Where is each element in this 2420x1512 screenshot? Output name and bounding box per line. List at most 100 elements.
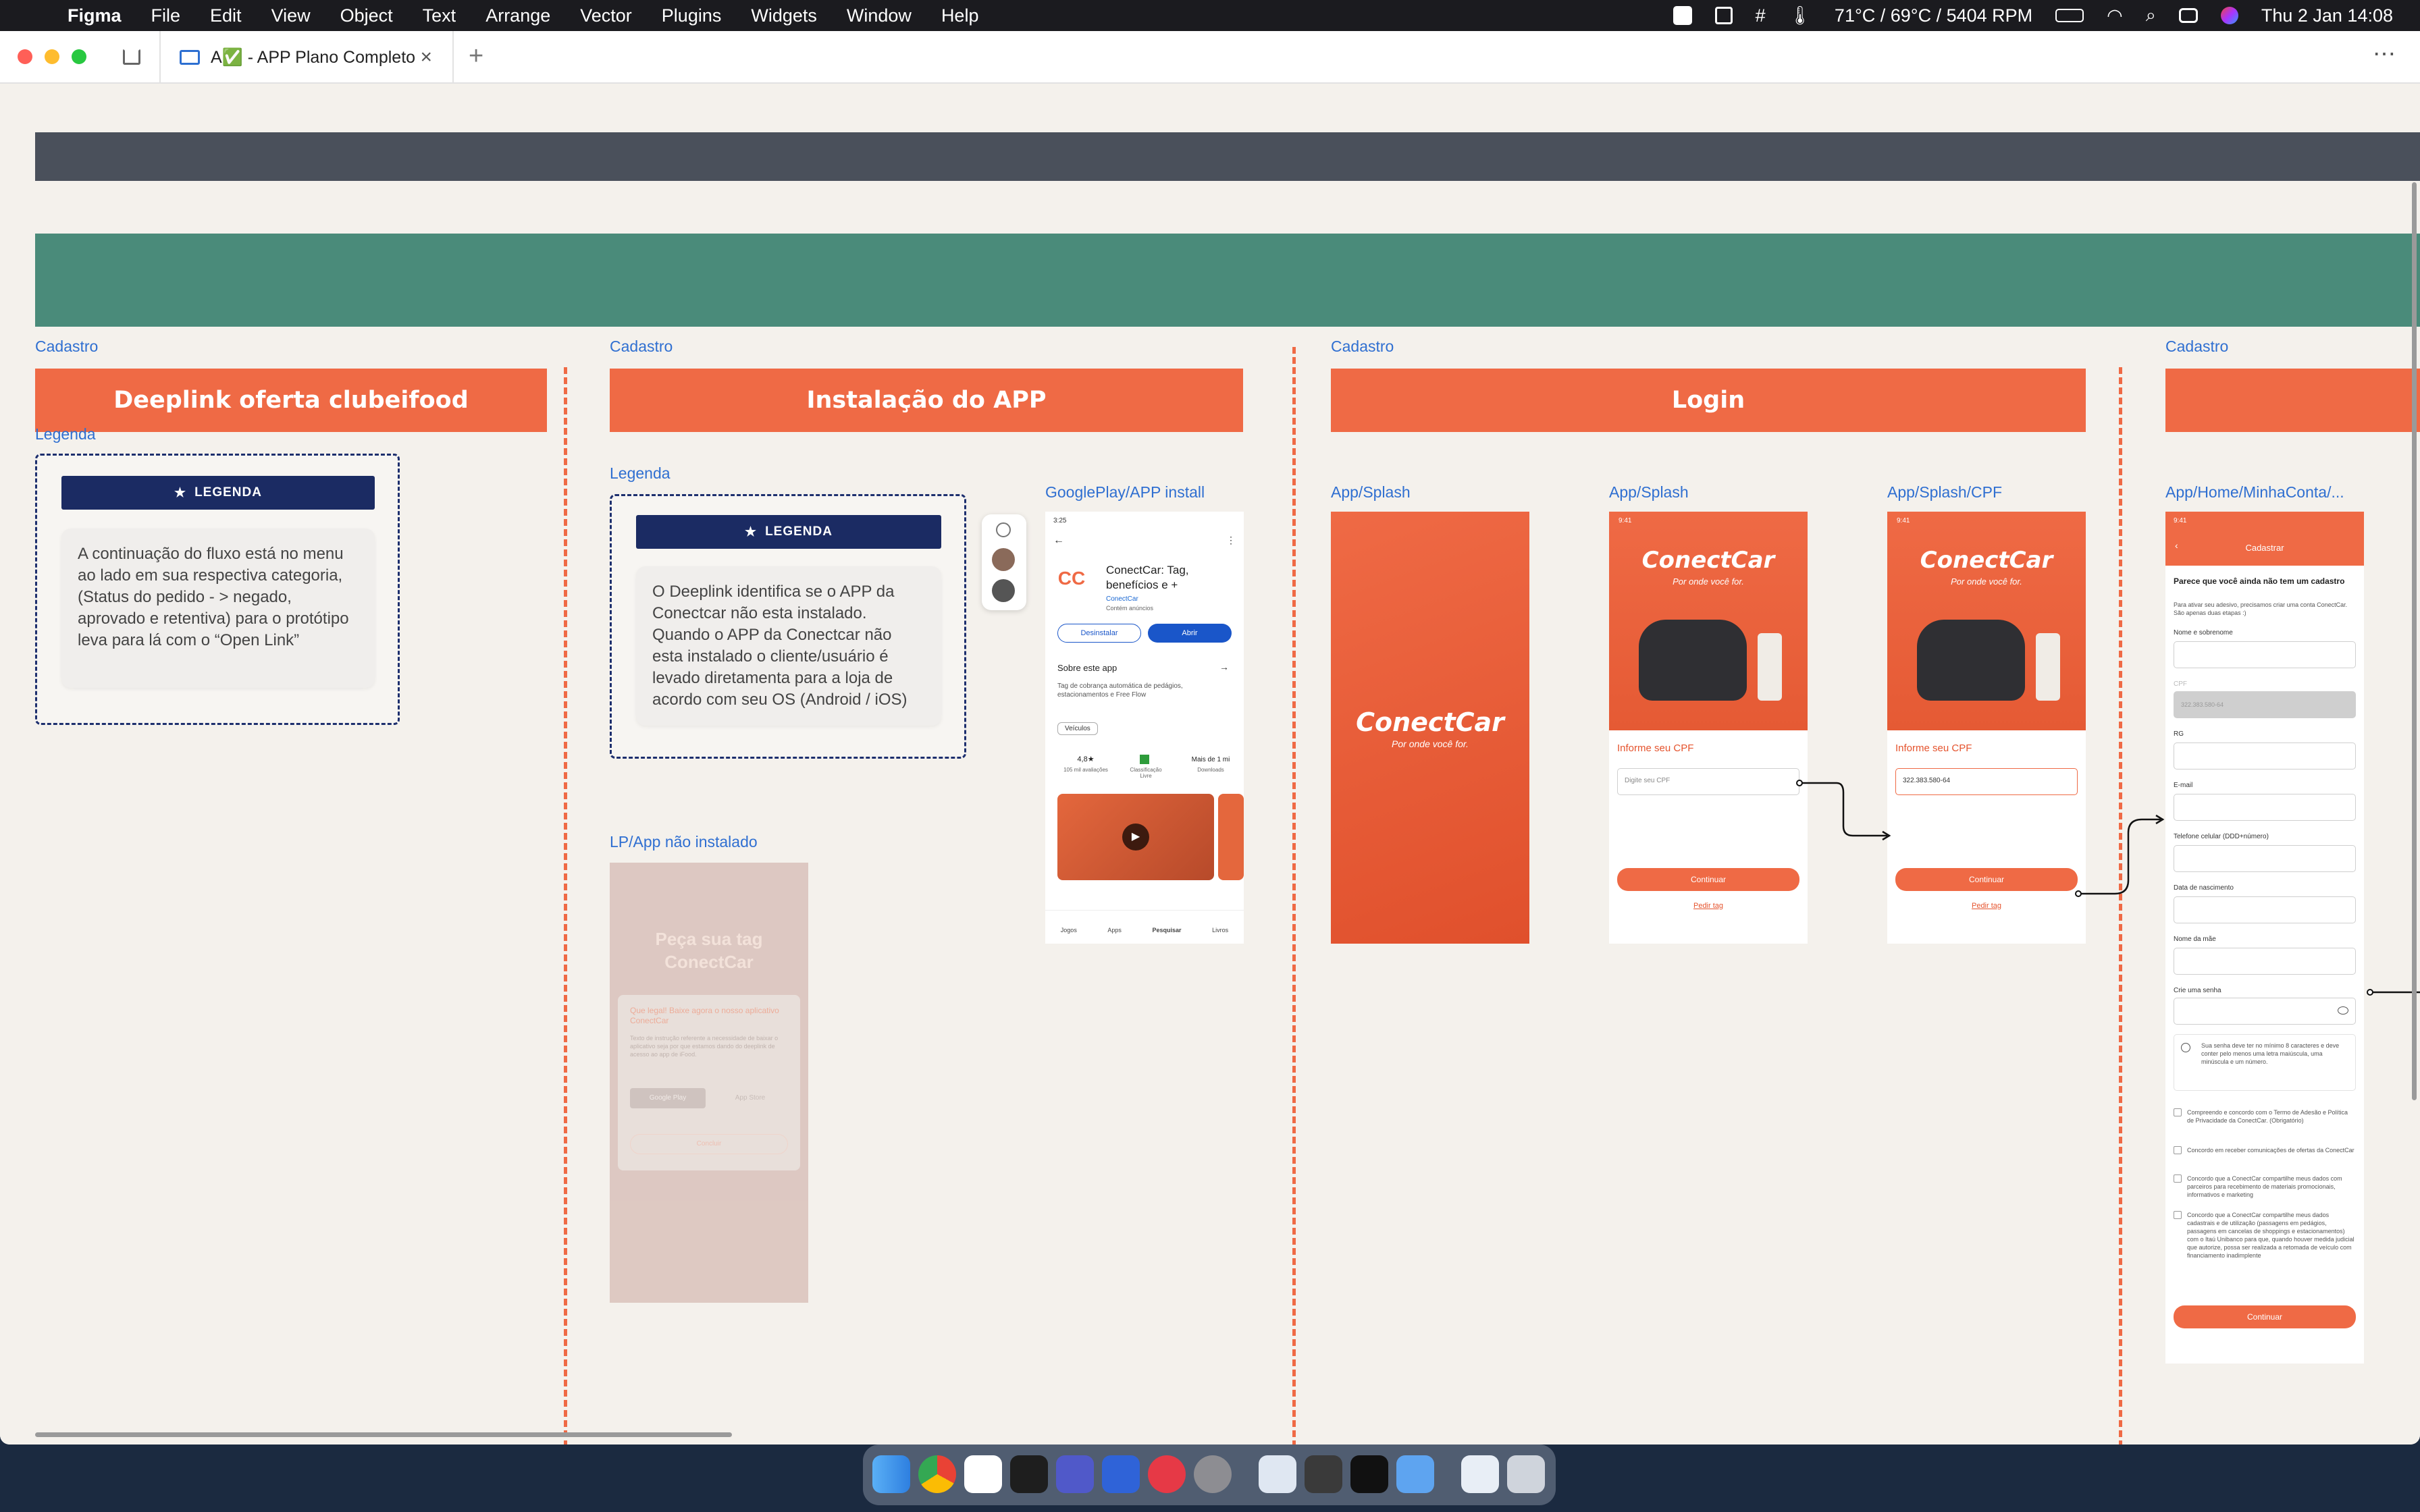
name-input[interactable]	[2174, 641, 2356, 668]
legend-card[interactable]: ★ LEGENDA O Deeplink identifica se o APP …	[610, 494, 966, 759]
legend-button[interactable]: ★ LEGENDA	[61, 476, 375, 510]
zoom-window-button[interactable]	[72, 49, 86, 64]
about-heading[interactable]: Sobre este app	[1057, 663, 1117, 673]
section-category-label[interactable]: Cadastro	[35, 338, 98, 356]
splash-frame[interactable]: ConectCar Por onde você for.	[1331, 512, 1529, 944]
calendar-icon[interactable]	[964, 1455, 1002, 1493]
offers-checkbox[interactable]: Concordo em receber comunicações de ofer…	[2174, 1146, 2356, 1154]
menu-help[interactable]: Help	[941, 5, 979, 26]
comment-icon[interactable]	[996, 522, 1011, 537]
frame-label[interactable]: GooglePlay/APP install	[1045, 483, 1205, 502]
status-g-icon[interactable]	[1673, 6, 1692, 25]
cpf-frame[interactable]: 9:41 ConectCar Por onde você for. Inform…	[1609, 512, 1808, 944]
trash-icon[interactable]	[1507, 1455, 1545, 1493]
lp-frame[interactable]: Peça sua tag ConectCar Que legal! Baixe …	[610, 863, 808, 1303]
close-tab-icon[interactable]: ×	[420, 46, 432, 69]
avatar[interactable]	[992, 579, 1015, 602]
teams-icon[interactable]	[1056, 1455, 1094, 1493]
media-player-icon[interactable]	[1148, 1455, 1186, 1493]
sublime-icon[interactable]	[1305, 1455, 1342, 1493]
phone-input[interactable]	[2174, 845, 2356, 872]
prototype-connector[interactable]	[2074, 813, 2169, 907]
menu-view[interactable]: View	[271, 5, 311, 26]
cadastro-frame[interactable]: 9:41 ‹ Cadastrar Parece que você ainda n…	[2165, 512, 2364, 1364]
terms-checkbox[interactable]: Compreendo e concordo com o Termo de Ade…	[2174, 1108, 2356, 1125]
apps-icon[interactable]	[1102, 1455, 1140, 1493]
cpf-filled-frame[interactable]: 9:41 ConectCar Por onde você for. Inform…	[1887, 512, 2086, 944]
legend-button[interactable]: ★ LEGENDA	[636, 515, 941, 549]
screenshot-thumb[interactable]	[1218, 794, 1244, 880]
figma-icon[interactable]	[1010, 1455, 1048, 1493]
section-category-label[interactable]: Cadastro	[610, 338, 673, 356]
more-icon[interactable]: ⋮	[1226, 535, 1236, 546]
minimize-window-button[interactable]	[45, 49, 59, 64]
file-tab[interactable]: A✅ - APP Plano Completo ×	[159, 31, 454, 84]
menu-file[interactable]: File	[151, 5, 181, 26]
uninstall-button[interactable]: Desinstalar	[1057, 624, 1141, 643]
more-options-icon[interactable]: ⋯	[2373, 40, 2396, 68]
request-tag-link[interactable]: Pedir tag	[1887, 902, 2086, 910]
finder-window-icon[interactable]	[1396, 1455, 1434, 1493]
cadastro-continue-button[interactable]: Continuar	[2174, 1305, 2356, 1328]
section-category-label[interactable]: Cadastro	[1331, 338, 1394, 356]
menu-widgets[interactable]: Widgets	[751, 5, 817, 26]
legend-card[interactable]: ★ LEGENDA A continuação do fluxo está no …	[35, 454, 400, 725]
request-tag-link[interactable]: Pedir tag	[1609, 902, 1808, 910]
frame-label[interactable]: App/Splash	[1609, 483, 1689, 502]
section-header[interactable]: Deeplink oferta clubeifood	[35, 369, 547, 432]
googleplay-frame[interactable]: 3:25 ← ⋮ CC ConectCar: Tag, benefícios e…	[1045, 512, 1244, 944]
arrow-right-icon[interactable]: →	[1219, 662, 1229, 672]
vertical-scrollbar[interactable]	[2412, 182, 2417, 1100]
section-header[interactable]	[2165, 369, 2420, 432]
legend-frame-label[interactable]: Legenda	[35, 425, 96, 443]
layout-icon[interactable]	[1714, 7, 1733, 24]
nav-books[interactable]: Livros	[1212, 927, 1228, 944]
horizontal-scrollbar[interactable]	[35, 1432, 732, 1437]
wifi-icon[interactable]: ◠	[2107, 5, 2123, 26]
prototype-connector[interactable]	[1796, 779, 1897, 846]
google-play-badge[interactable]: Google Play	[630, 1088, 706, 1108]
search-icon[interactable]: ⌕	[2146, 5, 2156, 26]
continue-button[interactable]: Continuar	[1617, 868, 1799, 891]
screenshot-video[interactable]: ▶	[1057, 794, 1214, 880]
rg-input[interactable]	[2174, 742, 2356, 770]
legend-frame-label[interactable]: Legenda	[610, 464, 670, 483]
comment-avatars[interactable]	[982, 514, 1026, 610]
frame-label[interactable]: App/Home/MinhaConta/...	[2165, 483, 2344, 502]
publisher[interactable]: ConectCar	[1106, 595, 1138, 603]
open-button[interactable]: Abrir	[1148, 624, 1232, 643]
section-header[interactable]: Instalação do APP	[610, 369, 1243, 432]
itau-checkbox[interactable]: Concordo que a ConectCar compartilhe meu…	[2174, 1211, 2356, 1260]
menu-plugins[interactable]: Plugins	[662, 5, 722, 26]
menu-window[interactable]: Window	[847, 5, 912, 26]
menu-edit[interactable]: Edit	[210, 5, 242, 26]
preview-icon[interactable]	[1259, 1455, 1296, 1493]
eye-off-icon[interactable]	[2338, 1006, 2348, 1015]
app-store-badge[interactable]: App Store	[712, 1088, 788, 1108]
avatar[interactable]	[992, 548, 1015, 571]
password-input[interactable]	[2174, 998, 2356, 1025]
menu-arrange[interactable]: Arrange	[485, 5, 550, 26]
thermometer-icon[interactable]: 🌡	[1789, 5, 1812, 26]
frame-label[interactable]: App/Splash/CPF	[1887, 483, 2002, 502]
email-input[interactable]	[2174, 794, 2356, 821]
app-name[interactable]: Figma	[68, 5, 122, 26]
birthdate-input[interactable]	[2174, 896, 2356, 923]
nav-search[interactable]: Pesquisar	[1153, 927, 1182, 944]
siri-icon[interactable]	[2220, 7, 2238, 24]
category-chip[interactable]: Veículos	[1057, 722, 1098, 735]
nav-games[interactable]: Jogos	[1061, 927, 1077, 944]
menu-vector[interactable]: Vector	[580, 5, 632, 26]
play-icon[interactable]: ▶	[1122, 824, 1149, 850]
lp-conclude-button[interactable]: Concluir	[630, 1134, 788, 1154]
battery-icon[interactable]	[2055, 9, 2084, 22]
new-tab-icon[interactable]: +	[469, 42, 483, 71]
cpf-input[interactable]: 322.383.580-64	[1895, 768, 2078, 795]
documents-icon[interactable]	[1461, 1455, 1499, 1493]
partners-checkbox[interactable]: Concordo que a ConectCar compartilhe meu…	[2174, 1174, 2356, 1199]
section-header[interactable]: Login	[1331, 369, 2086, 432]
hash-icon[interactable]: #	[1756, 5, 1766, 26]
terminal-icon[interactable]	[1350, 1455, 1388, 1493]
frame-label[interactable]: App/Splash	[1331, 483, 1411, 502]
settings-icon[interactable]	[1194, 1455, 1232, 1493]
